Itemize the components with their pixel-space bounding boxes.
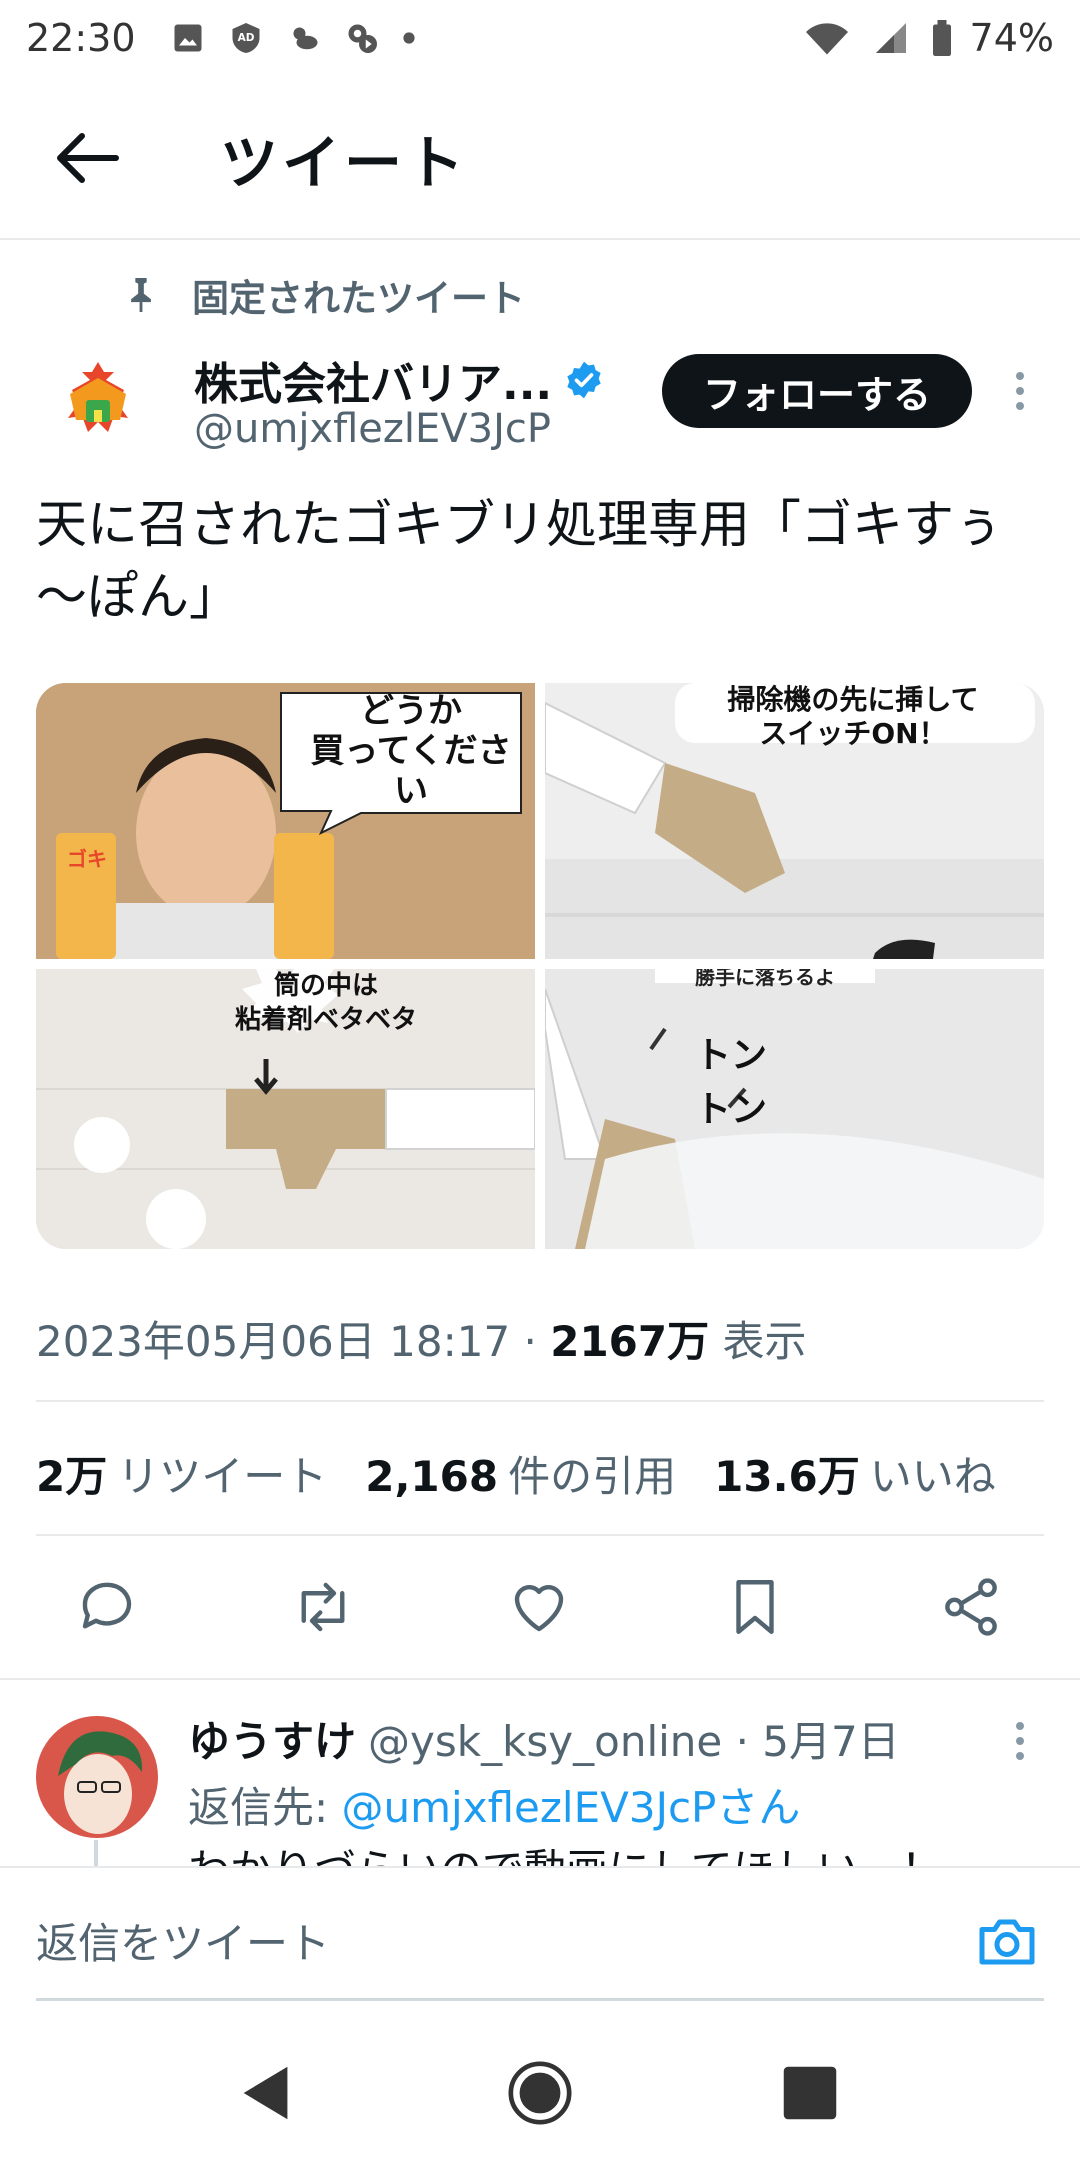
battery-percent: 74% <box>969 16 1054 60</box>
weather-icon <box>293 27 318 50</box>
tweet-media-grid[interactable]: どうか 買ってください ゴキ 掃除機の先に挿して スイッチON！ 筒の中は 粘着… <box>36 683 1044 1249</box>
reply-to-prefix: 返信先: <box>188 1783 342 1832</box>
media-image-2[interactable]: 掃除機の先に挿して スイッチON！ <box>545 683 1044 959</box>
reply-author-avatar[interactable] <box>36 1716 158 1838</box>
views-count: 2167万 <box>550 1317 710 1366</box>
engagement-stats: 2万 リツイート 2,168 件の引用 13.6万 いいね <box>36 1443 996 1504</box>
battery-icon <box>932 20 951 56</box>
ad-blocker-icon: AD <box>232 23 260 53</box>
reply-compose-bar[interactable]: 返信をツイート <box>0 1866 1080 2016</box>
system-navigation-bar <box>0 2016 1080 2160</box>
tweet-datetime: 2023年05月06日 18:17 · <box>36 1317 551 1366</box>
tweet-text: 天に召されたゴキブリ処理専用「ゴキすぅ～ぽん」 <box>36 496 1004 627</box>
pinned-tweet-label: 固定されたツイート <box>124 268 525 322</box>
reply-author-name[interactable]: ゆうすけ <box>188 1717 356 1766</box>
reply-header: ゆうすけ @ysk_ksy_online · 5月7日 <box>188 1708 900 1769</box>
media-1-package-label: ゴキ <box>67 847 107 871</box>
verified-badge-icon <box>567 361 601 399</box>
media-image-1[interactable]: どうか 買ってください ゴキ <box>36 683 535 959</box>
camera-icon[interactable] <box>974 1912 1040 1972</box>
media-image-4[interactable]: 勝手に落ちるよ トン トン <box>545 969 1044 1249</box>
reply-text-clipped: わかりづらいので動画にしてほしい…！ <box>188 1836 1048 1866</box>
author-handle[interactable]: @umjxflezlEV3JcP <box>194 406 551 452</box>
retweets-stat[interactable]: 2万 リツイート <box>36 1443 327 1504</box>
media-2-caption: 掃除機の先に挿して スイッチON！ <box>727 683 979 750</box>
reply-handle-date: @ysk_ksy_online · 5月7日 <box>368 1717 900 1766</box>
divider <box>36 1534 1044 1536</box>
quotes-stat[interactable]: 2,168 件の引用 <box>365 1443 676 1504</box>
quotes-count: 2,168 <box>365 1452 499 1501</box>
retweets-label: リツイート <box>117 1452 328 1501</box>
views-label: 表示 <box>709 1317 807 1366</box>
media-1-caption: どうか 買ってください <box>310 691 512 811</box>
author-name[interactable]: 株式会社バリア... <box>194 348 604 412</box>
divider <box>0 1678 1080 1680</box>
media-4-caption: トン トン <box>695 1035 768 1130</box>
pin-icon <box>131 278 151 312</box>
status-time: 22:30 <box>26 16 136 60</box>
settings-play-icon <box>348 24 377 53</box>
wifi-icon <box>805 23 848 55</box>
signal-icon <box>875 23 906 53</box>
author-avatar[interactable] <box>50 354 146 450</box>
quotes-label: 件の引用 <box>508 1452 677 1501</box>
nav-recents-icon[interactable] <box>775 2058 845 2128</box>
pinned-text: 固定されたツイート <box>192 277 525 320</box>
back-arrow-icon[interactable] <box>52 128 122 188</box>
likes-count: 13.6万 <box>714 1452 860 1501</box>
tweet-timestamp-views: 2023年05月06日 18:17 · 2167万 表示 <box>36 1308 806 1369</box>
more-notifications-dot-icon <box>402 32 415 44</box>
top-app-bar: ツイート <box>0 76 1080 240</box>
notification-icons: AD <box>170 20 416 56</box>
likes-stat[interactable]: 13.6万 いいね <box>714 1443 996 1504</box>
media-3-caption: 筒の中は 粘着剤ベタベタ <box>234 971 417 1035</box>
reply-input-placeholder[interactable]: 返信をツイート <box>36 1910 330 1971</box>
status-bar: 22:30 AD 74% <box>0 0 1080 76</box>
divider <box>36 1400 1044 1402</box>
retweets-count: 2万 <box>36 1452 108 1501</box>
like-heart-icon[interactable] <box>506 1574 572 1640</box>
reply-icon[interactable] <box>74 1574 140 1640</box>
likes-label: いいね <box>869 1452 996 1501</box>
nav-home-icon[interactable] <box>505 2058 575 2128</box>
media-image-3[interactable]: 筒の中は 粘着剤ベタベタ <box>36 969 535 1249</box>
follow-button[interactable]: フォローする <box>662 354 972 428</box>
share-icon[interactable] <box>938 1574 1004 1640</box>
reply-more-options-icon[interactable] <box>1000 1716 1040 1766</box>
reply-to-line: 返信先: @umjxflezlEV3JcPさん <box>188 1774 800 1835</box>
media-4-caption-top: 勝手に落ちるよ <box>695 969 835 989</box>
author-name-text: 株式会社バリア... <box>194 359 553 410</box>
more-options-icon[interactable] <box>1000 366 1040 416</box>
reply-to-handle-link[interactable]: @umjxflezlEV3JcPさん <box>342 1783 801 1832</box>
compose-underline <box>36 1998 1044 2001</box>
retweet-icon[interactable] <box>290 1574 356 1640</box>
page-title: ツイート <box>220 129 469 197</box>
image-notification-icon <box>174 24 202 52</box>
bookmark-icon[interactable] <box>722 1574 788 1640</box>
svg-text:AD: AD <box>237 32 254 44</box>
nav-back-icon[interactable] <box>232 2058 302 2128</box>
